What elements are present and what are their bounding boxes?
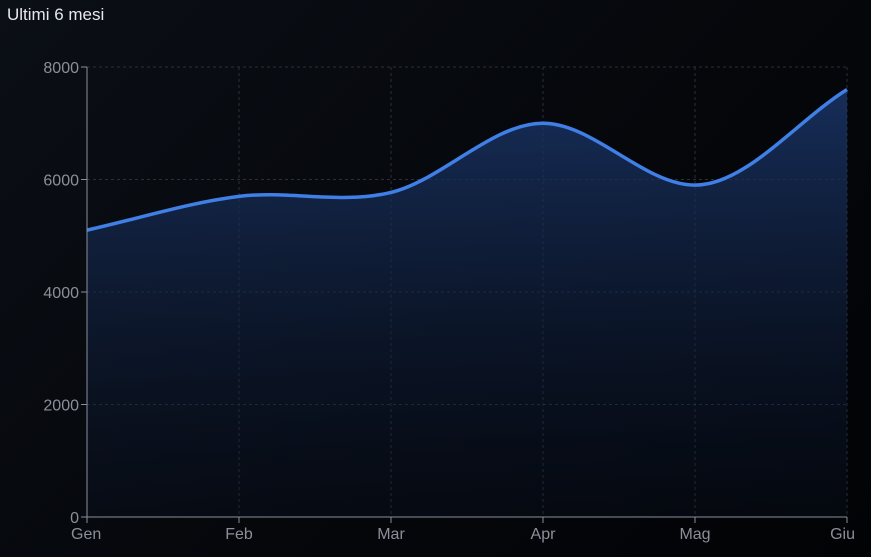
area-layer	[86, 88, 848, 517]
x-tick-label: Apr	[531, 526, 557, 543]
y-tick-label: 0	[70, 510, 79, 527]
x-tick-label: Feb	[225, 526, 253, 543]
y-tick-label: 8000	[43, 60, 79, 77]
y-tick-label: 2000	[43, 398, 79, 415]
x-tick-label: Mag	[679, 526, 710, 543]
x-tick-label: Gen	[71, 526, 101, 543]
x-tick-label: Giu	[830, 526, 855, 543]
x-tick-label: Mar	[377, 526, 405, 543]
y-tick-label: 4000	[43, 285, 79, 302]
y-tick-label: 6000	[43, 173, 79, 190]
chart: 0 2000 4000 6000 8000 Gen Feb Mar Apr Mag Giu	[43, 60, 855, 543]
